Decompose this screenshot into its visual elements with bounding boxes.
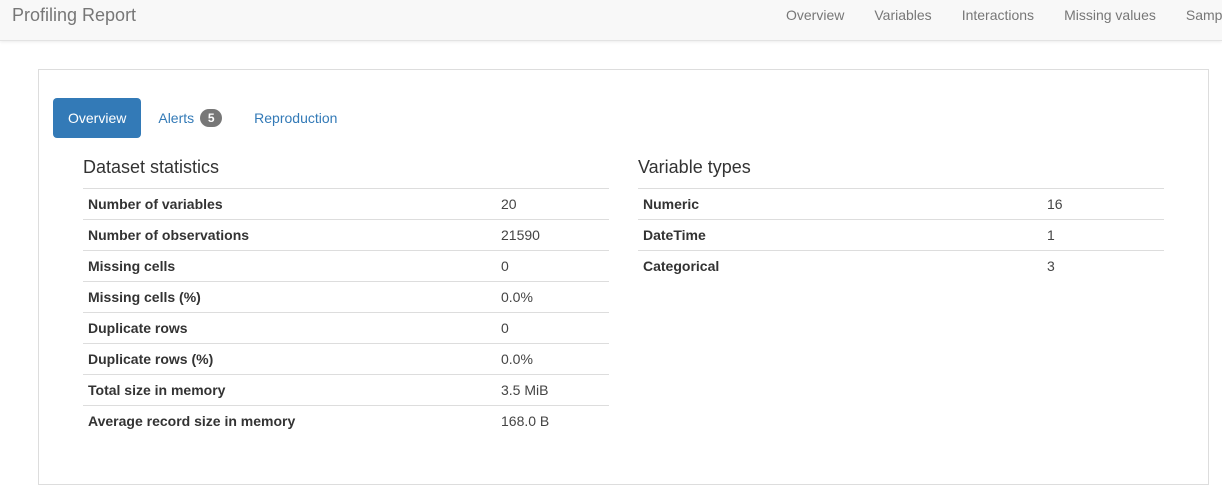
- alerts-count-badge: 5: [200, 109, 223, 127]
- stat-label: Duplicate rows (%): [83, 343, 496, 375]
- stat-label: Average record size in memory: [83, 405, 496, 436]
- tab-overview[interactable]: Overview: [53, 98, 142, 138]
- stat-value: 0.0%: [496, 343, 609, 375]
- stat-label: Number of variables: [83, 188, 496, 220]
- table-row: Missing cells (%) 0.0%: [83, 281, 609, 313]
- tab-reproduction[interactable]: Reproduction: [239, 98, 352, 138]
- brand-title[interactable]: Profiling Report: [12, 5, 136, 26]
- stat-value: 3.5 MiB: [496, 374, 609, 406]
- type-label: Numeric: [638, 188, 1042, 220]
- nav-missing-values[interactable]: Missing values: [1049, 0, 1171, 32]
- table-row: Missing cells 0: [83, 250, 609, 282]
- stat-label: Total size in memory: [83, 374, 496, 406]
- tab-overview-label: Overview: [68, 110, 127, 126]
- tab-alerts-label: Alerts: [158, 110, 195, 126]
- dataset-statistics-table: Number of variables 20 Number of observa…: [83, 188, 609, 436]
- table-row: Categorical 3: [638, 250, 1164, 281]
- type-value: 1: [1042, 219, 1164, 251]
- nav-interactions[interactable]: Interactions: [947, 0, 1049, 32]
- table-row: Average record size in memory 168.0 B: [83, 405, 609, 436]
- table-row: Duplicate rows (%) 0.0%: [83, 343, 609, 375]
- stat-label: Missing cells (%): [83, 281, 496, 313]
- tab-alerts[interactable]: Alerts 5: [143, 98, 237, 138]
- stat-value: 20: [496, 188, 609, 220]
- nav-sample[interactable]: Samp: [1171, 0, 1222, 32]
- type-label: DateTime: [638, 219, 1042, 251]
- stat-label: Number of observations: [83, 219, 496, 251]
- table-row: DateTime 1: [638, 219, 1164, 251]
- stat-label: Missing cells: [83, 250, 496, 282]
- variable-types-table: Numeric 16 DateTime 1 Categorical 3: [638, 188, 1164, 281]
- stat-value: 0: [496, 250, 609, 282]
- stat-label: Duplicate rows: [83, 312, 496, 344]
- table-row: Number of variables 20: [83, 188, 609, 220]
- table-row: Duplicate rows 0: [83, 312, 609, 344]
- nav-links: Overview Variables Interactions Missing …: [771, 0, 1222, 32]
- type-value: 3: [1042, 250, 1164, 281]
- variable-types-title: Variable types: [638, 157, 751, 177]
- stat-value: 168.0 B: [496, 405, 609, 436]
- overview-panel: Overview Alerts 5 Reproduction Dataset s…: [38, 69, 1209, 485]
- tab-reproduction-label: Reproduction: [254, 110, 338, 126]
- nav-variables[interactable]: Variables: [859, 0, 946, 32]
- dataset-statistics-title: Dataset statistics: [83, 157, 220, 177]
- type-label: Categorical: [638, 250, 1042, 281]
- stat-value: 21590: [496, 219, 609, 251]
- table-row: Numeric 16: [638, 188, 1164, 220]
- table-row: Number of observations 21590: [83, 219, 609, 251]
- top-navbar: Profiling Report Overview Variables Inte…: [0, 0, 1222, 41]
- nav-overview[interactable]: Overview: [771, 0, 859, 32]
- type-value: 16: [1042, 188, 1164, 220]
- stat-value: 0.0%: [496, 281, 609, 313]
- overview-tabs: Overview Alerts 5 Reproduction: [53, 98, 354, 138]
- stat-value: 0: [496, 312, 609, 344]
- table-row: Total size in memory 3.5 MiB: [83, 374, 609, 406]
